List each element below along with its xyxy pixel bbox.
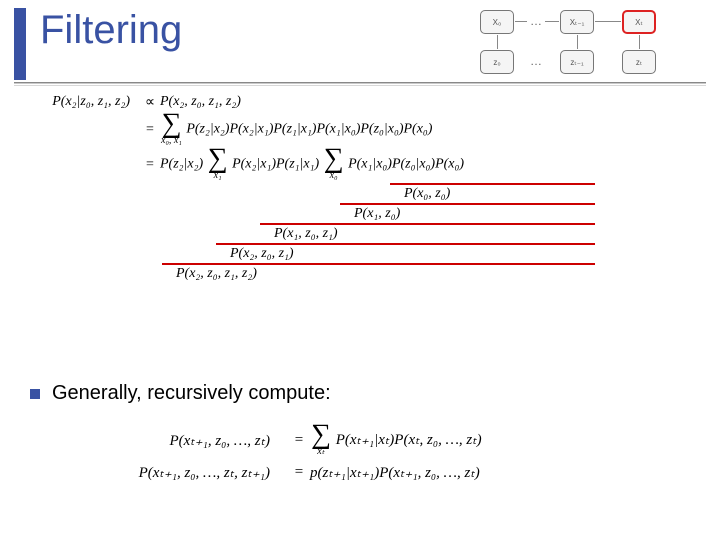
recursive-block: P(xₜ₊₁, z₀, …, zₜ) = ∑ xₜ P(xₜ₊₁|xₜ)P(xₜ… <box>70 418 482 488</box>
underbrace-label-row-4: P(x₂, z₀, z₁, z₂) <box>10 266 710 282</box>
rec1-rhs: ∑ xₜ P(xₜ₊₁|xₜ)P(xₜ, z₀, …, zₜ) <box>310 424 482 457</box>
eq3-tail: P(x₁|x₀)P(z₀|x₀)P(x₀) <box>348 157 464 172</box>
node-xtm1: Xₜ₋₁ <box>560 10 594 34</box>
eq-rhs-3: P(z₂|x₂) ∑ x₁ P(x₂|x₁)P(z₁|x₁) ∑ x₀ P(x₁… <box>160 148 464 181</box>
underbrace-0 <box>10 183 710 185</box>
bullet-icon <box>30 389 40 399</box>
underbrace-label-3: P(x₂, z₀, z₁) <box>230 246 294 262</box>
underbrace-line-1 <box>340 203 595 205</box>
recursive-row-1: P(xₜ₊₁, z₀, …, zₜ) = ∑ xₜ P(xₜ₊₁|xₜ)P(xₜ… <box>70 424 482 457</box>
sum-icon-x0: ∑ x₀ <box>324 148 344 181</box>
arrow-v1 <box>497 35 498 49</box>
underbrace-label-0: P(x₀, z₀) <box>404 186 450 202</box>
arrow-h1 <box>515 21 527 22</box>
slide-title: Filtering <box>40 8 182 53</box>
underbrace-line-0 <box>390 183 595 185</box>
node-ztm1: zₜ₋₁ <box>560 50 594 74</box>
underbrace-label-2: P(x₁, z₀, z₁) <box>274 226 338 242</box>
eq-line-1: P(x₂|z₀, z₁, z₂) ∝ P(x₂, z₀, z₁, z₂) <box>10 94 710 111</box>
underbrace-cascade: P(x₀, z₀)P(x₁, z₀) P(x₁, z₀, z₁) P(x₂, z₀,… <box>10 183 710 282</box>
eq-rel-3: = <box>140 157 160 173</box>
arrow-v2 <box>577 35 578 49</box>
underbrace-label-row-2: P(x₁, z₀, z₁) <box>10 226 710 242</box>
underbrace-2 <box>10 223 710 225</box>
underbrace-3 <box>10 243 710 245</box>
diagram-dots-bottom: … <box>530 54 542 68</box>
eq-rel-1: ∝ <box>140 94 160 111</box>
eq3-prefix: P(z₂|x₂) <box>160 157 207 172</box>
hmm-diagram: X₀ … Xₜ₋₁ Xₜ z₀ … zₜ₋₁ zₜ <box>460 6 710 78</box>
eq-rel-2: = <box>140 122 160 138</box>
title-separator <box>14 82 706 84</box>
underbrace-label-row-1: P(x₁, z₀) <box>10 206 710 222</box>
node-xt: Xₜ <box>622 10 656 34</box>
underbrace-line-4 <box>162 263 595 265</box>
eq-line-3: = P(z₂|x₂) ∑ x₁ P(x₂|x₁)P(z₁|x₁) ∑ x₀ P(… <box>10 148 710 181</box>
eq-line-2: = ∑ x₀, x₁ P(z₂|x₂)P(x₂|x₁)P(z₁|x₁)P(x₁|… <box>10 113 710 146</box>
sum-icon: ∑ x₀, x₁ <box>161 113 182 146</box>
eq3-mid: P(x₂|x₁)P(z₁|x₁) <box>232 157 323 172</box>
underbrace-4 <box>10 263 710 265</box>
node-z0: z₀ <box>480 50 514 74</box>
rec2-rhs: p(zₜ₊₁|xₜ₊₁)P(xₜ₊₁, z₀, …, zₜ) <box>310 463 480 482</box>
diagram-dots-top: … <box>530 14 542 28</box>
underbrace-line-2 <box>260 223 595 225</box>
title-separator-2 <box>14 85 706 86</box>
rec2-eq: = <box>288 464 310 481</box>
title-bar: Filtering <box>14 8 182 80</box>
eq-rhs-2-body: P(z₂|x₂)P(x₂|x₁)P(z₁|x₁)P(x₁|x₀)P(z₀|x₀)… <box>186 122 432 137</box>
underbrace-label-4: P(x₂, z₀, z₁, z₂) <box>176 266 257 282</box>
arrow-h3 <box>595 21 621 22</box>
arrow-v3 <box>639 35 640 49</box>
bullet-text: Generally, recursively compute: <box>52 382 331 405</box>
arrow-h2 <box>545 21 559 22</box>
bullet-row: Generally, recursively compute: <box>30 382 331 405</box>
underbrace-1 <box>10 203 710 205</box>
rec1-lhs: P(xₜ₊₁, z₀, …, zₜ) <box>70 431 288 450</box>
underbrace-label-1: P(x₁, z₀) <box>354 206 400 222</box>
recursive-row-2: P(xₜ₊₁, z₀, …, zₜ, zₜ₊₁) = p(zₜ₊₁|xₜ₊₁)P… <box>70 463 482 482</box>
sum-icon-x1: ∑ x₁ <box>208 148 228 181</box>
rec1-eq: = <box>288 432 310 449</box>
eq-lhs: P(x₂|z₀, z₁, z₂) <box>10 94 140 110</box>
sum-icon-xt: ∑ xₜ <box>311 424 331 457</box>
underbrace-line-3 <box>216 243 595 245</box>
rec1-tail: P(xₜ₊₁|xₜ)P(xₜ, z₀, …, zₜ) <box>336 432 482 448</box>
derivation-block: P(x₂|z₀, z₁, z₂) ∝ P(x₂, z₀, z₁, z₂) = ∑… <box>10 92 710 283</box>
node-zt: zₜ <box>622 50 656 74</box>
slide-root: Filtering X₀ … Xₜ₋₁ Xₜ z₀ … zₜ₋₁ zₜ P(x₂… <box>0 0 720 540</box>
underbrace-label-row-3: P(x₂, z₀, z₁) <box>10 246 710 262</box>
underbrace-label-row-0: P(x₀, z₀) <box>10 186 710 202</box>
rec2-lhs: P(xₜ₊₁, z₀, …, zₜ, zₜ₊₁) <box>70 463 288 482</box>
node-x0: X₀ <box>480 10 514 34</box>
eq-rhs-2: ∑ x₀, x₁ P(z₂|x₂)P(x₂|x₁)P(z₁|x₁)P(x₁|x₀… <box>160 113 432 146</box>
